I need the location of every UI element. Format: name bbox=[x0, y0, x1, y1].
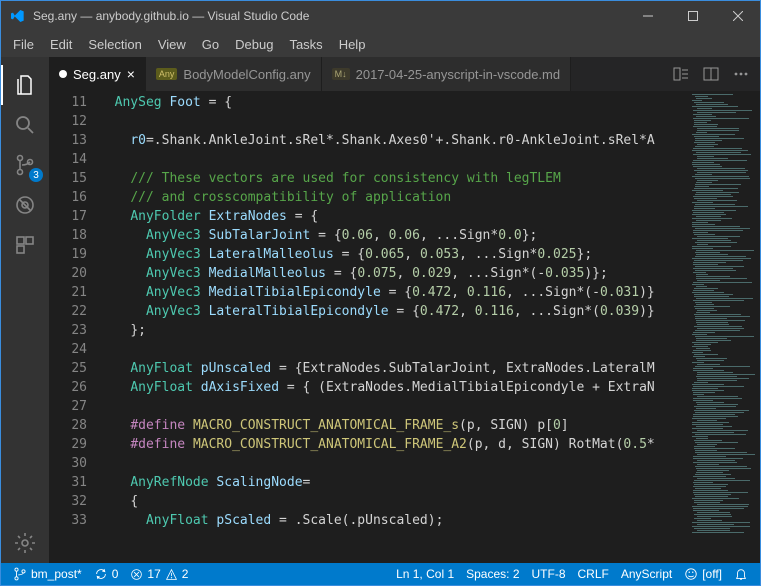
source-control-icon[interactable]: 3 bbox=[1, 145, 49, 185]
split-editor-icon[interactable] bbox=[700, 63, 722, 85]
minimap[interactable] bbox=[690, 91, 760, 563]
vscode-logo-icon bbox=[9, 8, 25, 24]
status-bar: bm_post* 0 17 2 Ln 1, Col 1 Spaces: 2 UT… bbox=[1, 563, 760, 585]
more-actions-icon[interactable] bbox=[730, 63, 752, 85]
extensions-icon[interactable] bbox=[1, 225, 49, 265]
status-branch[interactable]: bm_post* bbox=[7, 567, 88, 581]
status-cursor[interactable]: Ln 1, Col 1 bbox=[390, 567, 460, 581]
debug-icon[interactable] bbox=[1, 185, 49, 225]
menu-tasks[interactable]: Tasks bbox=[281, 33, 330, 56]
maximize-button[interactable] bbox=[670, 1, 715, 31]
tab-bodymodelconfig[interactable]: Any BodyModelConfig.any bbox=[146, 57, 322, 91]
status-feedback[interactable]: [off] bbox=[678, 567, 728, 581]
menu-file[interactable]: File bbox=[5, 33, 42, 56]
tab-markdown[interactable]: M↓ 2017-04-25-anyscript-in-vscode.md bbox=[322, 57, 571, 91]
status-notifications-icon[interactable] bbox=[728, 567, 754, 581]
tab-bar: Seg.any × Any BodyModelConfig.any M↓ 201… bbox=[49, 57, 760, 91]
activity-bar: 3 bbox=[1, 57, 49, 563]
menu-edit[interactable]: Edit bbox=[42, 33, 80, 56]
status-language[interactable]: AnyScript bbox=[615, 567, 678, 581]
scm-badge: 3 bbox=[29, 168, 43, 182]
tab-label: Seg.any bbox=[73, 67, 121, 82]
dirty-dot-icon bbox=[59, 70, 67, 78]
menubar: File Edit Selection View Go Debug Tasks … bbox=[1, 31, 760, 57]
status-problems[interactable]: 17 2 bbox=[124, 567, 194, 581]
any-badge-icon: Any bbox=[156, 68, 178, 80]
titlebar[interactable]: Seg.any — anybody.github.io — Visual Stu… bbox=[1, 1, 760, 31]
menu-selection[interactable]: Selection bbox=[80, 33, 149, 56]
window-title: Seg.any — anybody.github.io — Visual Stu… bbox=[33, 9, 625, 23]
menu-view[interactable]: View bbox=[150, 33, 194, 56]
status-encoding[interactable]: UTF-8 bbox=[526, 567, 572, 581]
close-button[interactable] bbox=[715, 1, 760, 31]
menu-help[interactable]: Help bbox=[331, 33, 374, 56]
settings-gear-icon[interactable] bbox=[1, 523, 49, 563]
md-badge-icon: M↓ bbox=[332, 68, 350, 80]
status-eol[interactable]: CRLF bbox=[572, 567, 615, 581]
search-icon[interactable] bbox=[1, 105, 49, 145]
code-area[interactable]: 1112131415161718192021222324252627282930… bbox=[49, 91, 760, 563]
status-indent[interactable]: Spaces: 2 bbox=[460, 567, 525, 581]
window: Seg.any — anybody.github.io — Visual Stu… bbox=[0, 0, 761, 586]
explorer-icon[interactable] bbox=[1, 65, 49, 105]
status-sync[interactable]: 0 bbox=[88, 567, 125, 581]
tab-seg-any[interactable]: Seg.any × bbox=[49, 57, 146, 91]
line-gutter: 1112131415161718192021222324252627282930… bbox=[49, 91, 99, 563]
code-content[interactable]: AnySeg Foot = { r0=.Shank.AnkleJoint.sRe… bbox=[99, 91, 690, 563]
menu-go[interactable]: Go bbox=[194, 33, 227, 56]
minimize-button[interactable] bbox=[625, 1, 670, 31]
compare-changes-icon[interactable] bbox=[670, 63, 692, 85]
tab-label: BodyModelConfig.any bbox=[183, 67, 310, 82]
tab-label: 2017-04-25-anyscript-in-vscode.md bbox=[356, 67, 560, 82]
menu-debug[interactable]: Debug bbox=[227, 33, 281, 56]
editor: Seg.any × Any BodyModelConfig.any M↓ 201… bbox=[49, 57, 760, 563]
close-tab-icon[interactable]: × bbox=[127, 66, 135, 82]
